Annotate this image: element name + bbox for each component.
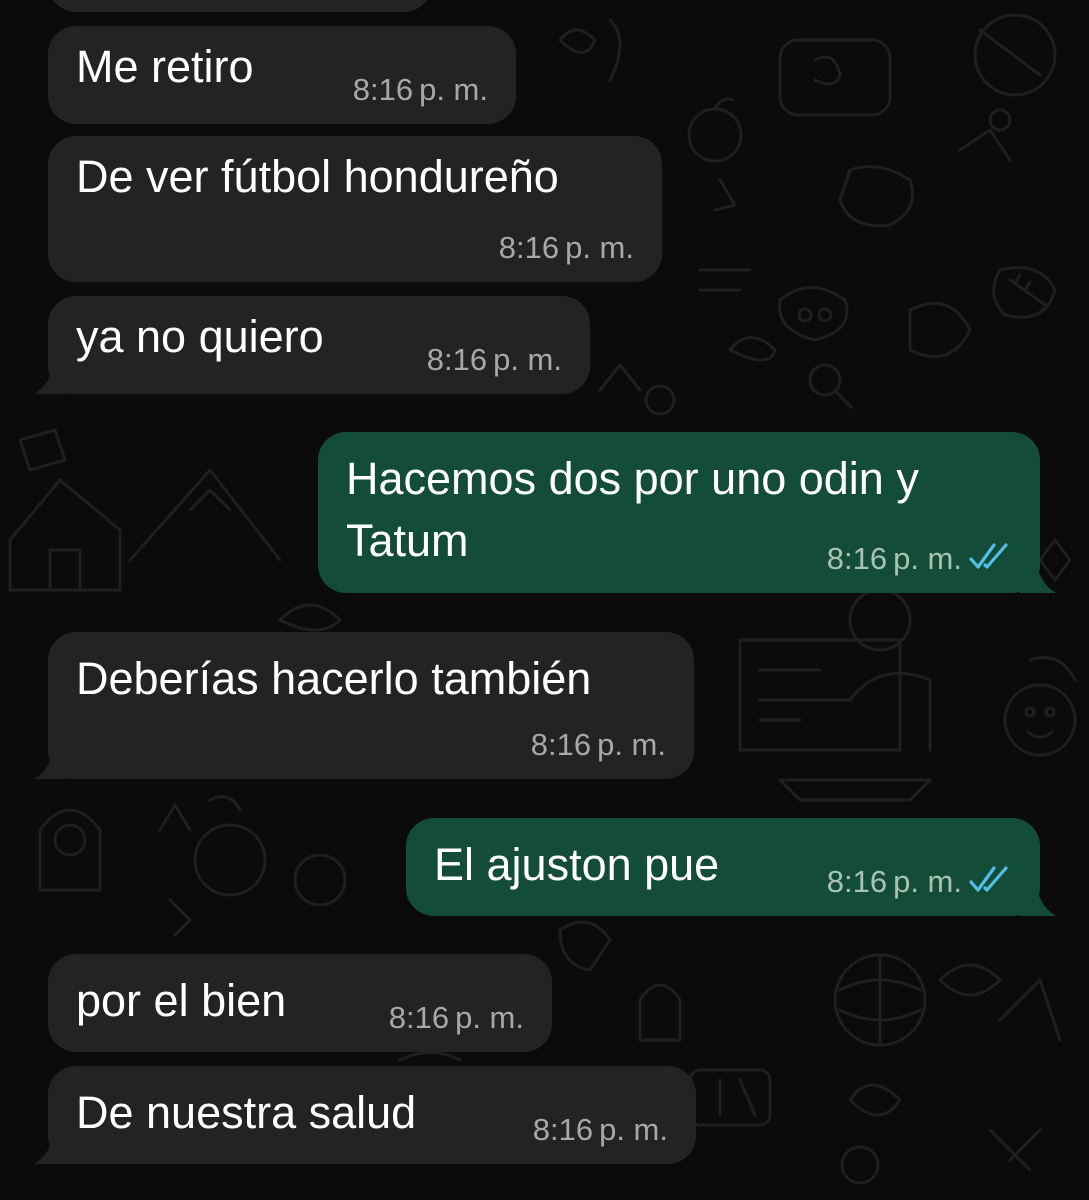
- message-bubble-incoming[interactable]: por el bien 8:16 p. m.: [48, 954, 552, 1052]
- message-timestamp: 8:16 p. m.: [498, 230, 634, 265]
- message-text-line: Tatum: [346, 515, 469, 566]
- message-bubble-outgoing[interactable]: El ajuston pue 8:16 p. m.: [406, 818, 1040, 916]
- message-bubble-incoming[interactable]: Me retiro 8:16 p. m.: [48, 26, 516, 124]
- chat-view[interactable]: Me retiro 8:16 p. m. De ver fútbol hondur…: [0, 0, 1089, 1200]
- message-bubble-incoming[interactable]: Deberías hacerlo también 8:16 p. m.: [48, 632, 694, 779]
- message-bubble-outgoing[interactable]: Hacemos dos por uno odin y Tatum 8:16 p. …: [318, 432, 1040, 593]
- message-bubble-incoming[interactable]: De nuestra salud 8:16 p. m.: [48, 1066, 696, 1164]
- message-timestamp: 8:16 p. m.: [826, 541, 962, 576]
- message-timestamp: 8:16 p. m.: [426, 342, 562, 377]
- double-check-icon: [969, 866, 1008, 892]
- message-bubble-incoming[interactable]: [48, 0, 432, 12]
- message-timestamp: 8:16 p. m.: [530, 727, 666, 762]
- message-bubble-incoming[interactable]: De ver fútbol hondureño 8:16 p. m.: [48, 136, 662, 282]
- message-text: Me retiro: [76, 41, 254, 92]
- message-timestamp: 8:16 p. m.: [532, 1112, 668, 1147]
- message-timestamp: 8:16 p. m.: [352, 72, 488, 107]
- message-timestamp: 8:16 p. m.: [826, 864, 962, 899]
- message-text: Deberías hacerlo también: [76, 653, 592, 704]
- message-text: El ajuston pue: [434, 839, 720, 890]
- message-text: De nuestra salud: [76, 1087, 417, 1138]
- double-check-icon: [969, 543, 1008, 569]
- message-text: ya no quiero: [76, 311, 324, 362]
- message-timestamp: 8:16 p. m.: [388, 1000, 524, 1035]
- message-text: De ver fútbol hondureño: [76, 151, 559, 202]
- message-text: por el bien: [76, 975, 287, 1026]
- message-bubble-incoming[interactable]: ya no quiero 8:16 p. m.: [48, 296, 590, 394]
- message-text-line: Hacemos dos por uno odin y: [346, 453, 919, 504]
